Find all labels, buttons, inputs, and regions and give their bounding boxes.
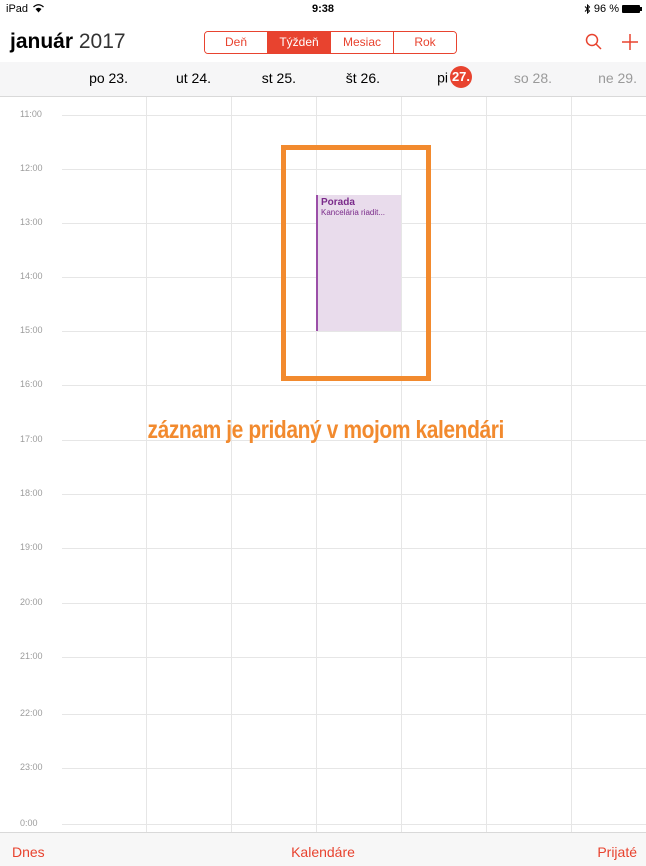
hour-label: 23:00: [20, 762, 43, 772]
hour-line: [62, 385, 646, 386]
hour-line: [62, 657, 646, 658]
today-indicator: 27.: [450, 66, 472, 88]
hour-label: 0:00: [20, 818, 38, 828]
segment-week[interactable]: Týždeň: [267, 32, 330, 53]
hour-label: 12:00: [20, 163, 43, 173]
bottom-toolbar: Dnes Kalendáre Prijaté: [0, 832, 646, 866]
day-header-thu[interactable]: št 26.: [330, 70, 380, 86]
hour-line: [62, 494, 646, 495]
annotation-text: záznam je pridaný v mojom kalendári: [147, 416, 505, 444]
highlight-rectangle: [281, 145, 431, 381]
hour-label: 20:00: [20, 597, 43, 607]
status-bar: iPad 9:38 96 %: [0, 0, 646, 20]
month-name: január: [10, 30, 74, 53]
day-header-fri-label: pi: [437, 69, 448, 86]
hour-label: 14:00: [20, 271, 43, 281]
hour-label: 15:00: [20, 325, 43, 335]
hour-line: [62, 548, 646, 549]
hour-line: [62, 824, 646, 825]
hour-line: [62, 714, 646, 715]
hour-label: 19:00: [20, 542, 43, 552]
year-label: 2017: [78, 30, 126, 53]
hour-label: 18:00: [20, 488, 43, 498]
day-header-fri[interactable]: pi 27.: [404, 66, 472, 88]
segment-year[interactable]: Rok: [393, 32, 456, 53]
view-segmented-control: Deň Týždeň Mesiac Rok: [204, 31, 457, 54]
day-header-tue[interactable]: ut 24.: [163, 70, 211, 86]
battery-percent: 96 %: [593, 3, 619, 15]
search-icon[interactable]: [584, 32, 604, 52]
status-time: 9:38: [311, 3, 335, 15]
hour-line: [62, 115, 646, 116]
day-divider: [231, 97, 232, 832]
calendars-button[interactable]: Kalendáre: [0, 844, 646, 860]
status-right: 96 %: [584, 3, 642, 15]
segment-month[interactable]: Mesiac: [330, 32, 393, 53]
inbox-button[interactable]: Prijaté: [597, 844, 637, 860]
day-header-sun[interactable]: ne 29.: [585, 70, 637, 86]
plus-icon[interactable]: [620, 32, 640, 52]
navigation-bar: január 2017 Deň Týždeň Mesiac Rok: [0, 22, 646, 62]
bluetooth-icon: [584, 4, 591, 14]
month-title[interactable]: január 2017: [10, 30, 126, 54]
day-divider: [571, 97, 572, 832]
hour-label: 21:00: [20, 651, 43, 661]
day-header-mon[interactable]: po 23.: [80, 70, 128, 86]
segment-day[interactable]: Deň: [205, 32, 267, 53]
day-divider: [486, 97, 487, 832]
hour-line: [62, 768, 646, 769]
day-header-sat[interactable]: so 28.: [500, 70, 552, 86]
day-header-wed[interactable]: st 25.: [248, 70, 296, 86]
hour-label: 11:00: [20, 109, 42, 119]
hour-label: 16:00: [20, 379, 43, 389]
hour-label: 13:00: [20, 217, 43, 227]
hour-line: [62, 603, 646, 604]
week-days-header: po 23. ut 24. st 25. št 26. pi 27. so 28.…: [0, 62, 646, 97]
day-divider: [146, 97, 147, 832]
hour-label: 22:00: [20, 708, 43, 718]
battery-icon: [622, 5, 642, 13]
